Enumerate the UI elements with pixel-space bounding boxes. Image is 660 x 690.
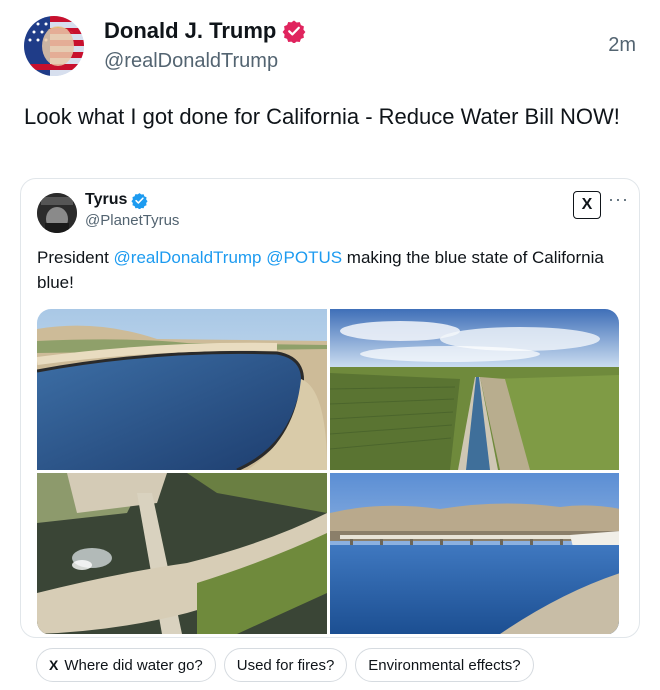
flag-portrait-icon	[24, 16, 84, 76]
tyrus-avatar-icon	[37, 193, 77, 233]
verified-badge-icon	[282, 20, 306, 43]
photo-reservoir[interactable]	[330, 473, 619, 634]
quoted-author-handle[interactable]: @PlanetTyrus	[85, 212, 179, 229]
quoted-text-prefix: President	[37, 248, 114, 267]
x-logo-icon[interactable]: X	[573, 191, 601, 219]
chip-used-for-fires[interactable]: Used for fires?	[223, 648, 348, 682]
timestamp[interactable]: 2m	[608, 34, 636, 57]
reservoir-photo-icon	[330, 473, 619, 634]
photo-grid	[37, 309, 619, 635]
x-logo-glyph: X	[581, 196, 593, 213]
quoted-author-avatar[interactable]	[37, 193, 77, 233]
mention-realdonaldtrump[interactable]: @realDonaldTrump	[114, 248, 262, 267]
author-avatar[interactable]	[24, 16, 84, 76]
suggestion-chips: X Where did water go? Used for fires? En…	[36, 648, 534, 682]
quoted-post-card[interactable]: Tyrus @PlanetTyrus X ··· President @real…	[20, 178, 640, 638]
more-options-icon[interactable]: ···	[608, 189, 629, 210]
verified-badge-icon	[131, 192, 148, 209]
quoted-author-name-row: Tyrus	[85, 191, 148, 209]
post-text: Look what I got done for California - Re…	[24, 104, 620, 129]
mention-potus[interactable]: @POTUS	[266, 248, 342, 267]
chip-environmental-effects[interactable]: Environmental effects?	[355, 648, 534, 682]
canal-curve-photo-icon	[37, 309, 327, 470]
photo-canal-curve[interactable]	[37, 309, 327, 470]
chip-label: Used for fires?	[236, 656, 335, 674]
quoted-author-name[interactable]: Tyrus	[85, 191, 127, 209]
author-name[interactable]: Donald J. Trump	[104, 18, 276, 44]
aerial-canal-photo-icon	[330, 309, 619, 470]
author-handle[interactable]: @realDonaldTrump	[104, 50, 278, 73]
photo-aerial-canal[interactable]	[330, 309, 619, 470]
quoted-post-text: President @realDonaldTrump @POTUS making…	[37, 245, 617, 295]
chip-where-did-water-go[interactable]: X Where did water go?	[36, 648, 216, 682]
photo-canal-bridge[interactable]	[37, 473, 327, 634]
x-logo-icon: X	[49, 657, 59, 673]
canal-bridge-photo-icon	[37, 473, 327, 634]
chip-label: Where did water go?	[64, 656, 203, 674]
chip-label: Environmental effects?	[368, 656, 521, 674]
post: Donald J. Trump @realDonaldTrump 2m Look…	[0, 0, 660, 690]
author-name-row: Donald J. Trump	[104, 18, 306, 44]
